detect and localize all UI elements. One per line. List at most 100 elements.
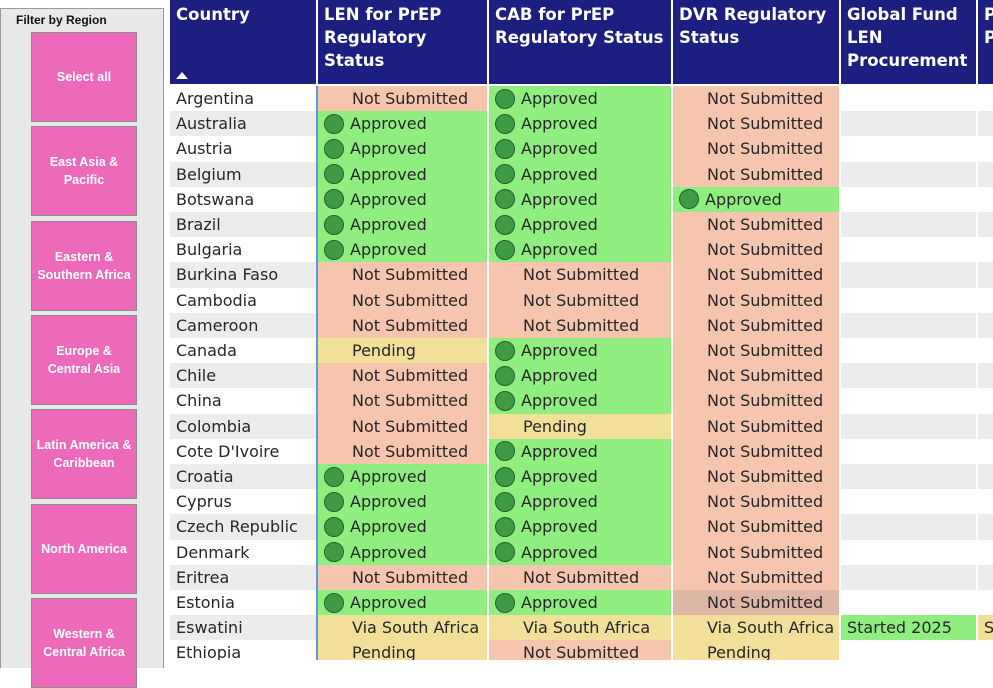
extra-cell <box>976 287 993 313</box>
table-row[interactable]: Cyprus Approved Approved Not Submitted <box>170 489 993 515</box>
gf-procurement-cell <box>839 539 976 565</box>
dvr-status-cell: Not Submitted <box>671 86 839 112</box>
approved-status-icon <box>324 164 344 185</box>
extra-cell <box>976 564 993 590</box>
region-eastern-southern-africa-button[interactable]: Eastern & Southern Africa <box>31 221 137 311</box>
len-status-cell: Approved <box>316 489 487 515</box>
region-western-central-africa-button[interactable]: Western & Central Africa <box>31 598 137 688</box>
approved-status-icon <box>324 239 344 260</box>
header-dvr-status[interactable]: DVR Regulatory Status <box>671 0 839 84</box>
region-east-asia-pacific-button[interactable]: East Asia & Pacific <box>31 126 137 216</box>
cab-status-cell: Not Submitted <box>487 640 671 660</box>
country-cell: Colombia <box>176 416 252 436</box>
cab-status-cell: Approved <box>487 212 671 238</box>
len-status-cell: Not Submitted <box>316 363 487 389</box>
sort-ascending-icon[interactable] <box>176 72 188 79</box>
extra-cell: S <box>976 615 993 641</box>
table-row[interactable]: Czech Republic Approved Approved Not Submit… <box>170 514 993 540</box>
table-row[interactable]: Australia Approved Approved Not Submitted <box>170 111 993 137</box>
approved-status-icon <box>324 592 344 613</box>
approved-status-icon <box>495 466 515 487</box>
dvr-status-cell: Not Submitted <box>671 136 839 162</box>
gf-procurement-cell <box>839 262 976 288</box>
table-row[interactable]: Cameroon Not Submitted Not Submitted Not Su… <box>170 312 993 338</box>
cab-status-cell: Approved <box>487 539 671 565</box>
dvr-status-cell: Not Submitted <box>671 237 839 263</box>
table-row[interactable]: Cambodia Not Submitted Not Submitted Not Su… <box>170 287 993 313</box>
len-status-cell: Approved <box>316 514 487 540</box>
dvr-status-cell: Not Submitted <box>671 464 839 490</box>
country-cell: Canada <box>176 341 237 361</box>
extra-cell <box>976 413 993 439</box>
extra-cell <box>976 640 993 660</box>
table-row[interactable]: Eritrea Not Submitted Not Submitted Not Sub… <box>170 564 993 590</box>
slicer-button-label: North America <box>41 542 127 556</box>
header-gf-len-procurement[interactable]: Global Fund LEN Procurement <box>839 0 976 84</box>
status-label: Not Submitted <box>352 416 469 436</box>
table-row[interactable]: China Not Submitted Approved Not Submitted <box>170 388 993 414</box>
header-country[interactable]: Country <box>170 0 316 84</box>
table-row[interactable]: Botswana Approved Approved Approved <box>170 186 993 212</box>
table-row[interactable]: Ethiopia Pending Not Submitted Pending <box>170 640 993 660</box>
len-status-cell: Approved <box>316 237 487 263</box>
extra-cell <box>976 212 993 238</box>
region-latin-america-caribbean-button[interactable]: Latin America & Caribbean <box>31 409 137 499</box>
table-row[interactable]: Estonia Approved Approved Not Submitted <box>170 590 993 616</box>
country-cell: Belgium <box>176 164 242 184</box>
gf-procurement-cell <box>839 363 976 389</box>
dvr-status-cell: Not Submitted <box>671 262 839 288</box>
table-row[interactable]: Belgium Approved Approved Not Submitted <box>170 161 993 187</box>
table-row[interactable]: Argentina Not Submitted Approved Not Submit… <box>170 86 993 112</box>
status-label: Not Submitted <box>707 341 824 361</box>
approved-status-icon <box>495 516 515 537</box>
status-label: Approved <box>350 114 427 134</box>
status-label: Approved <box>521 139 598 159</box>
table-row[interactable]: Colombia Not Submitted Pending Not Submitte… <box>170 413 993 439</box>
table-row[interactable]: Brazil Approved Approved Not Submitted <box>170 212 993 238</box>
table-row[interactable]: Denmark Approved Approved Not Submitted <box>170 539 993 565</box>
approved-status-icon <box>495 340 515 361</box>
gf-procurement-cell <box>839 514 976 540</box>
table-row[interactable]: Burkina Faso Not Submitted Not Submitted No… <box>170 262 993 288</box>
status-label: Approved <box>350 467 427 487</box>
table-row[interactable]: Cote D'Ivoire Not Submitted Approved Not Su… <box>170 438 993 464</box>
header-extra[interactable]: P P <box>976 0 993 84</box>
len-status-cell: Via South Africa <box>316 615 487 641</box>
gf-procurement-cell <box>839 489 976 515</box>
dvr-status-cell: Not Submitted <box>671 161 839 187</box>
status-label: Approved <box>350 189 427 209</box>
approved-status-icon <box>495 441 515 462</box>
len-status-cell: Approved <box>316 186 487 212</box>
region-north-america-button[interactable]: North America <box>31 504 137 594</box>
status-label: Not Submitted <box>352 567 469 587</box>
table-row[interactable]: Austria Approved Approved Not Submitted <box>170 136 993 162</box>
country-cell: Chile <box>176 366 217 386</box>
cab-status-cell: Approved <box>487 237 671 263</box>
country-cell: Argentina <box>176 89 255 109</box>
dvr-status-cell: Not Submitted <box>671 363 839 389</box>
header-len-status[interactable]: LEN for PrEP Regulatory Status <box>316 0 487 84</box>
gf-procurement-cell <box>839 212 976 238</box>
country-cell: Croatia <box>176 467 234 487</box>
approved-status-icon <box>495 138 515 159</box>
len-status-cell: Pending <box>316 640 487 660</box>
table-row[interactable]: Canada Pending Approved Not Submitted <box>170 338 993 364</box>
extra-cell <box>976 514 993 540</box>
table-row[interactable]: Chile Not Submitted Approved Not Submitted <box>170 363 993 389</box>
extra-cell <box>976 363 993 389</box>
extra-cell <box>976 186 993 212</box>
gf-procurement-cell <box>839 287 976 313</box>
select-all-button[interactable]: Select all <box>31 32 137 122</box>
header-cab-status[interactable]: CAB for PrEP Regulatory Status <box>487 0 671 84</box>
region-europe-central-asia-button[interactable]: Europe & Central Asia <box>31 315 137 405</box>
len-status-cell: Not Submitted <box>316 438 487 464</box>
status-label: Not Submitted <box>707 366 824 386</box>
table-row[interactable]: Eswatini Via South Africa Via South Africa… <box>170 615 993 641</box>
len-status-cell: Approved <box>316 464 487 490</box>
table-row[interactable]: Croatia Approved Approved Not Submitted <box>170 464 993 490</box>
table-row[interactable]: Bulgaria Approved Approved Not Submitted <box>170 237 993 263</box>
status-label: Approved <box>350 139 427 159</box>
cab-status-cell: Not Submitted <box>487 262 671 288</box>
status-label: Approved <box>521 189 598 209</box>
gf-procurement-cell <box>839 640 976 660</box>
